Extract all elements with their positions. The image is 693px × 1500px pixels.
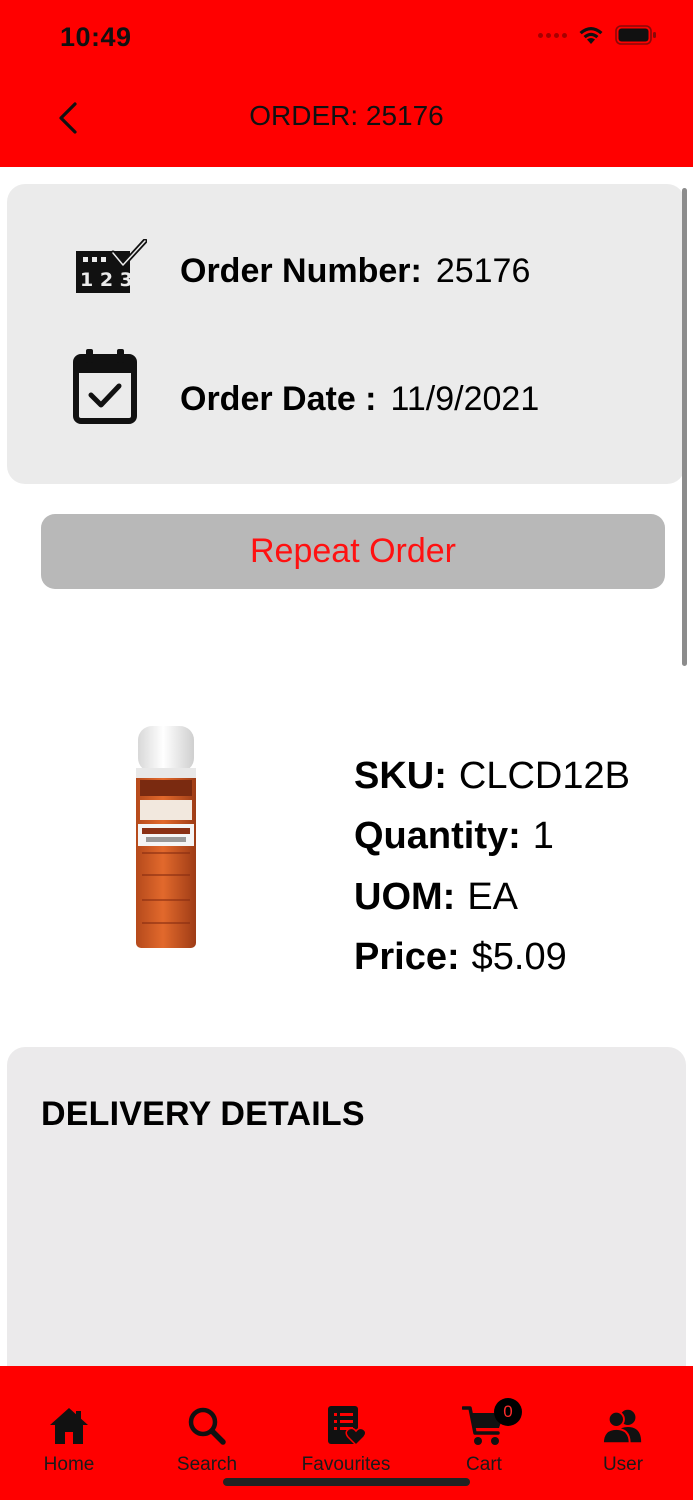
order-number-label: Order Number:: [180, 252, 422, 290]
order-date-row: Order Date : 11/9/2021: [180, 380, 539, 419]
order-date-label: Order Date :: [180, 380, 377, 418]
tab-favourites[interactable]: Favourites: [291, 1366, 401, 1476]
status-indicators: [538, 24, 657, 46]
quantity-row: Quantity: 1: [354, 807, 630, 868]
tab-cart[interactable]: Cart: [429, 1366, 539, 1476]
users-icon: [601, 1404, 645, 1448]
home-indicator: [223, 1478, 470, 1486]
price-row: Price: $5.09: [354, 928, 630, 989]
price-value: $5.09: [471, 936, 567, 979]
price-label: Price:: [354, 936, 460, 979]
tab-home[interactable]: Home: [14, 1366, 124, 1476]
sku-value: CLCD12B: [458, 754, 630, 797]
tab-user-label: User: [602, 1454, 644, 1475]
favourites-list-icon: [324, 1404, 368, 1448]
uom-row: UOM: EA: [354, 867, 630, 928]
cart-count-badge: 0: [494, 1398, 522, 1426]
sku-row: SKU: CLCD12B: [354, 746, 630, 807]
app-header: 10:49 ORDER: 25176: [0, 0, 693, 167]
scrollbar[interactable]: [682, 188, 687, 666]
order-date-value: 11/9/2021: [390, 380, 540, 418]
delivery-details-card: DELIVERY DETAILS: [7, 1047, 686, 1407]
order-number-row: Order Number: 25176: [180, 252, 530, 291]
delivery-details-title: DELIVERY DETAILS: [41, 1095, 365, 1133]
cellular-signal-icon: [538, 32, 567, 38]
repeat-order-button[interactable]: Repeat Order: [41, 514, 665, 589]
search-icon: [185, 1404, 229, 1448]
status-time: 10:49: [60, 22, 132, 52]
tab-cart-label: Cart: [466, 1454, 502, 1475]
tab-home-label: Home: [43, 1454, 95, 1475]
calendar-check-icon: [73, 349, 137, 424]
tab-search[interactable]: Search: [152, 1366, 262, 1476]
order-number-value: 25176: [435, 252, 531, 290]
sku-label: SKU:: [354, 754, 447, 797]
tab-favourites-label: Favourites: [301, 1454, 391, 1475]
svg-text:1 2 3: 1 2 3: [80, 269, 133, 291]
tab-user[interactable]: User: [568, 1366, 678, 1476]
home-icon: [47, 1404, 91, 1448]
uom-label: UOM:: [354, 875, 456, 918]
page-title: ORDER: 25176: [249, 100, 444, 131]
uom-value: EA: [467, 875, 519, 918]
product-details: SKU: CLCD12B Quantity: 1 UOM: EA Price: …: [354, 746, 630, 988]
quantity-label: Quantity:: [354, 815, 521, 858]
battery-icon: [615, 25, 656, 45]
order-info-card: 1 2 3 Order Number: 25176 Order Date : 1…: [7, 184, 685, 484]
product-image: [136, 726, 196, 948]
wifi-icon: [579, 27, 603, 44]
tab-search-label: Search: [176, 1454, 238, 1475]
number-check-icon: 1 2 3: [76, 239, 147, 293]
quantity-value: 1: [532, 815, 554, 858]
